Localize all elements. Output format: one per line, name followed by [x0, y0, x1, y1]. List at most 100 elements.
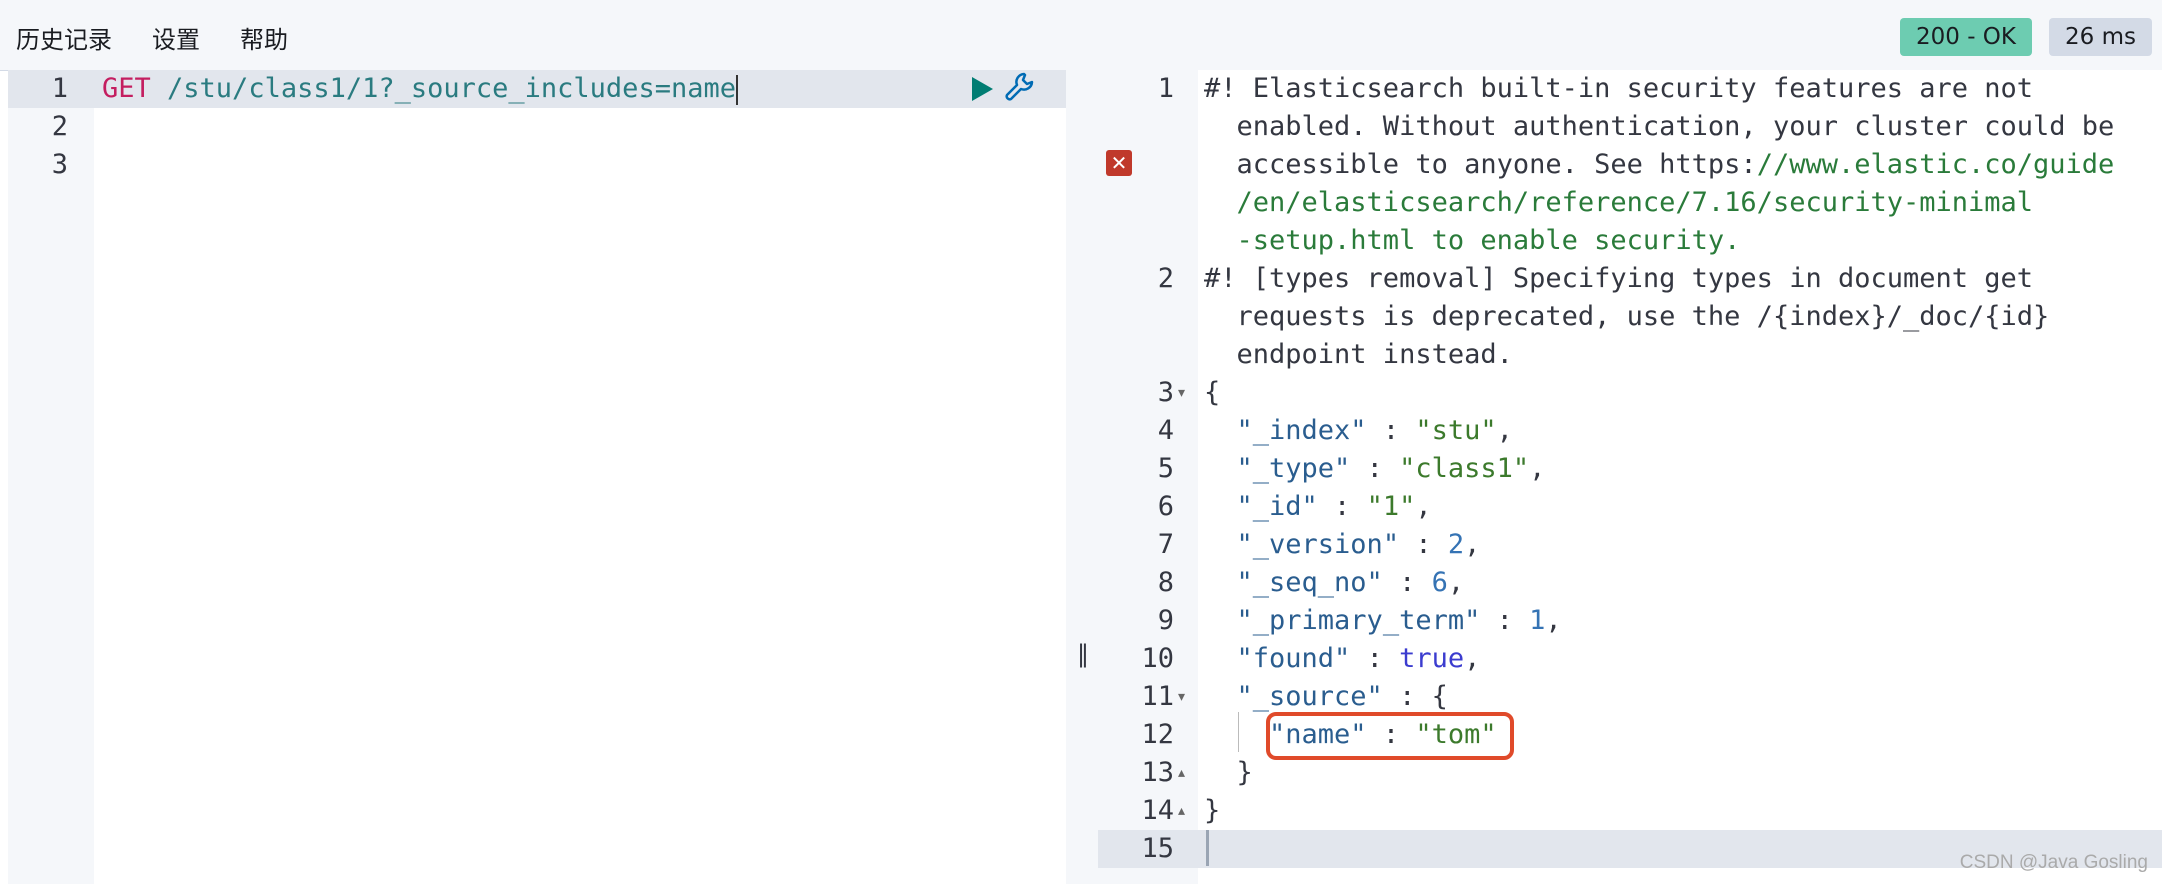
- output-cursor: [1206, 830, 1209, 866]
- output-line: 8 "_seq_no" : 6,: [1098, 564, 2162, 602]
- warning-text: #! Elasticsearch built-in security featu…: [1204, 73, 2034, 104]
- line-number: 7: [1157, 529, 1174, 560]
- warning-url: -setup.html to enable security.: [1204, 225, 1741, 256]
- output-line: 5 "_type" : "class1",: [1098, 450, 2162, 488]
- line-number: 1: [1157, 73, 1174, 104]
- line-number: 1: [51, 73, 68, 104]
- request-method: GET: [102, 73, 151, 104]
- request-line[interactable]: GET /stu/class1/1?_source_includes=name: [102, 70, 738, 108]
- request-editor[interactable]: 1 GET /stu/class1/1?_source_includes=nam…: [8, 70, 1066, 884]
- json-key: "found": [1236, 643, 1351, 674]
- line-number: 15: [1141, 833, 1174, 864]
- json-value: "stu": [1415, 415, 1497, 446]
- line-number: 11: [1141, 681, 1174, 712]
- output-line-wrap: /en/elasticsearch/reference/7.16/securit…: [1098, 184, 2162, 222]
- warning-url: /en/elasticsearch/reference/7.16/securit…: [1204, 187, 2034, 218]
- output-line: 10 "found" : true,: [1098, 640, 2162, 678]
- output-line: 3 ▾ {: [1098, 374, 2162, 412]
- fold-toggle-icon[interactable]: ▾: [1178, 678, 1185, 716]
- wrench-icon[interactable]: [1002, 70, 1038, 106]
- json-entry: "_primary_term" : 1,: [1236, 605, 1562, 636]
- resize-handle-icon[interactable]: ‖: [1077, 640, 1089, 668]
- line-number: 9: [1157, 605, 1174, 636]
- json-entry: "_index" : "stu",: [1236, 415, 1513, 446]
- text-cursor: [735, 74, 738, 105]
- json-value: "class1": [1399, 453, 1530, 484]
- output-line: 13 ▴ }: [1098, 754, 2162, 792]
- output-line-wrap: accessible to anyone. See https://www.el…: [1098, 146, 2162, 184]
- output-line-wrap: endpoint instead.: [1098, 336, 2162, 374]
- output-line-wrap: enabled. Without authentication, your cl…: [1098, 108, 2162, 146]
- json-key: "_type": [1236, 453, 1351, 484]
- json-value: 6: [1431, 567, 1448, 598]
- line-number: 8: [1157, 567, 1174, 598]
- line-number: 4: [1157, 415, 1174, 446]
- fold-toggle-icon[interactable]: ▴: [1178, 754, 1185, 792]
- output-line: 2 #! [types removal] Specifying types in…: [1098, 260, 2162, 298]
- json-entry: "found" : true,: [1236, 643, 1481, 674]
- help-menu-item[interactable]: 帮助: [240, 20, 288, 55]
- output-line: 12 "name" : "tom": [1098, 716, 2162, 754]
- output-line-wrap: requests is deprecated, use the /{index}…: [1098, 298, 2162, 336]
- json-value: "1": [1366, 491, 1416, 522]
- output-line: 9 "_primary_term" : 1,: [1098, 602, 2162, 640]
- fold-toggle-icon[interactable]: ▴: [1178, 792, 1185, 830]
- json-value: 2: [1447, 529, 1465, 560]
- editor-gutter: [8, 70, 94, 884]
- line-number: 3: [51, 149, 68, 180]
- line-number: 3: [1157, 377, 1174, 408]
- response-output: ✕ 1 #! Elasticsearch built-in security f…: [1098, 70, 2162, 884]
- line-number: 5: [1157, 453, 1174, 484]
- output-line: 11 ▾ "_source" : {: [1098, 678, 2162, 716]
- json-key: "_index": [1236, 415, 1367, 446]
- json-brace: {: [1431, 681, 1448, 712]
- warning-text: endpoint instead.: [1204, 339, 1513, 370]
- json-entry: "_type" : "class1",: [1236, 453, 1546, 484]
- history-menu-item[interactable]: 历史记录: [16, 20, 112, 55]
- json-value: true: [1399, 643, 1465, 674]
- warning-text: enabled. Without authentication, your cl…: [1204, 111, 2115, 142]
- fold-toggle-icon[interactable]: ▾: [1178, 374, 1185, 412]
- output-line: 1 #! Elasticsearch built-in security fea…: [1098, 70, 2162, 108]
- json-brace: {: [1204, 377, 1221, 408]
- warning-text: #! [types removal] Specifying types in d…: [1204, 263, 2034, 294]
- json-entry: "_id" : "1",: [1236, 491, 1432, 522]
- status-badge: 200 - OK: [1899, 18, 2032, 56]
- editor-line[interactable]: 3: [8, 146, 1066, 184]
- output-line: 4 "_index" : "stu",: [1098, 412, 2162, 450]
- json-entry: }: [1204, 754, 1253, 792]
- line-number: 12: [1141, 719, 1174, 750]
- line-number: 2: [51, 111, 68, 142]
- pane-resizer[interactable]: ‖: [1066, 70, 1098, 884]
- editor-line[interactable]: 2: [8, 108, 1066, 146]
- request-path: /stu/class1/1?_source_includes=name: [150, 73, 736, 104]
- indent-guide: [1238, 712, 1239, 752]
- json-key: "_seq_no": [1236, 567, 1383, 598]
- line-number: 13: [1141, 757, 1174, 788]
- console-menu: 历史记录 设置 帮助: [16, 20, 288, 55]
- play-icon[interactable]: [966, 74, 996, 104]
- output-line: 14 ▴ }: [1098, 792, 2162, 830]
- console-toolbar: 历史记录 设置 帮助 200 - OK 26 ms: [0, 0, 2162, 71]
- json-key: "_primary_term": [1236, 605, 1481, 636]
- watermark: CSDN @Java Gosling: [1959, 852, 2148, 873]
- json-value: 1: [1529, 605, 1546, 636]
- json-key: "_version": [1236, 529, 1400, 560]
- settings-menu-item[interactable]: 设置: [152, 20, 200, 55]
- line-number: 10: [1141, 643, 1174, 674]
- warning-text-part: accessible to anyone. See https:: [1204, 149, 1757, 180]
- line-number: 2: [1157, 263, 1174, 294]
- json-entry: "_source" : {: [1236, 681, 1448, 712]
- output-line-wrap: -setup.html to enable security.: [1098, 222, 2162, 260]
- json-key: "_source": [1236, 681, 1383, 712]
- editor-line[interactable]: 1 GET /stu/class1/1?_source_includes=nam…: [8, 70, 1066, 108]
- timing-badge: 26 ms: [2049, 18, 2152, 56]
- warning-url: //www.elastic.co/guide: [1756, 149, 2115, 180]
- output-line: 7 "_version" : 2,: [1098, 526, 2162, 564]
- json-brace: }: [1236, 757, 1253, 788]
- json-entry: "_seq_no" : 6,: [1236, 567, 1465, 598]
- json-key: "_id": [1236, 491, 1318, 522]
- line-number: 6: [1157, 491, 1174, 522]
- warning-text: requests is deprecated, use the /{index}…: [1204, 301, 2050, 332]
- json-entry: "_version" : 2,: [1236, 529, 1481, 560]
